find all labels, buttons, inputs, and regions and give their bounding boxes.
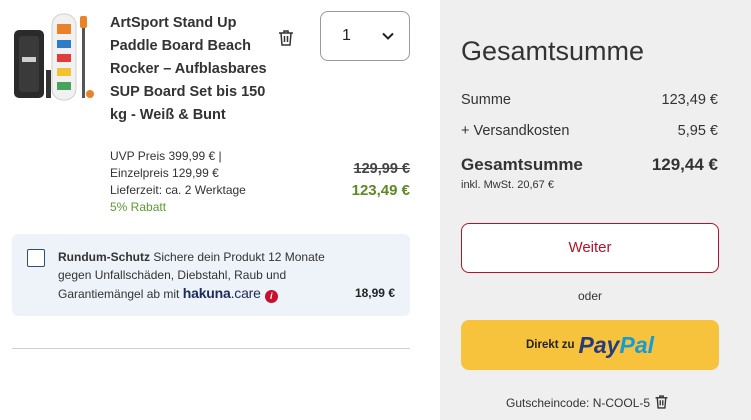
- single-price-value: 129,99 €: [172, 166, 219, 180]
- protection-title: Rundum-Schutz: [58, 250, 150, 264]
- trash-icon: [655, 395, 668, 409]
- or-separator: oder: [577, 289, 603, 303]
- trash-icon: [279, 30, 293, 46]
- hakuna-logo: hakuna.care: [183, 285, 261, 301]
- summary-title: Gesamtsumme: [461, 36, 645, 66]
- divider: [12, 348, 410, 349]
- shipping-label: + Versandkosten: [461, 123, 570, 139]
- uvp-label: UVP Preis: [110, 149, 166, 163]
- delivery-label: Lieferzeit:: [110, 183, 163, 197]
- price-info: UVP Preis 399,99 € | Einzelpreis 129,99 …: [110, 148, 246, 216]
- product-image[interactable]: [12, 12, 96, 102]
- delivery-value: ca. 2 Werktage: [165, 183, 246, 197]
- uvp-value: 399,99 € |: [168, 149, 222, 163]
- old-price: 129,99 €: [353, 161, 410, 177]
- paypal-button[interactable]: Direkt zu PayPal: [461, 320, 719, 370]
- total-value: 129,44 €: [651, 155, 718, 174]
- remove-item-button[interactable]: [276, 28, 296, 48]
- paypal-prefix: Direkt zu: [525, 339, 575, 351]
- protection-offer: Rundum-Schutz Sichere dein Produkt 12 Mo…: [12, 234, 410, 316]
- continue-button[interactable]: Weiter: [461, 223, 719, 273]
- protection-price: 18,99 €: [354, 286, 395, 300]
- subtotal-label: Summe: [461, 92, 511, 108]
- info-icon[interactable]: i: [264, 290, 278, 303]
- single-price-label: Einzelpreis: [110, 166, 169, 180]
- quantity-select[interactable]: 1: [320, 11, 410, 61]
- vat-note: inkl. MwSt. 20,67 €: [461, 179, 554, 191]
- product-title[interactable]: ArtSport Stand Up Paddle Board Beach Roc…: [110, 12, 270, 127]
- protection-checkbox[interactable]: [27, 249, 45, 267]
- shipping-value: 5,95 €: [677, 123, 718, 139]
- coupon-code: Gutscheincode: N-COOL-5: [506, 396, 651, 410]
- chevron-down-icon: [382, 32, 394, 40]
- subtotal-value: 123,49 €: [661, 92, 718, 108]
- protection-text: Rundum-Schutz Sichere dein Produkt 12 Mo…: [58, 248, 358, 303]
- quantity-value: 1: [342, 27, 351, 44]
- discount-badge: 5% Rabatt: [110, 200, 167, 214]
- paypal-logo-pal: Pal: [619, 332, 655, 358]
- new-price: 123,49 €: [351, 182, 410, 199]
- hakuna-brand: hakuna: [182, 285, 231, 301]
- remove-coupon-button[interactable]: [653, 393, 670, 411]
- hakuna-suffix: .care: [230, 285, 261, 301]
- paypal-logo-pay: Pay: [578, 332, 620, 358]
- total-label: Gesamtsumme: [461, 155, 583, 174]
- order-summary: Gesamtsumme Summe 123,49 € + Versandkost…: [440, 0, 751, 420]
